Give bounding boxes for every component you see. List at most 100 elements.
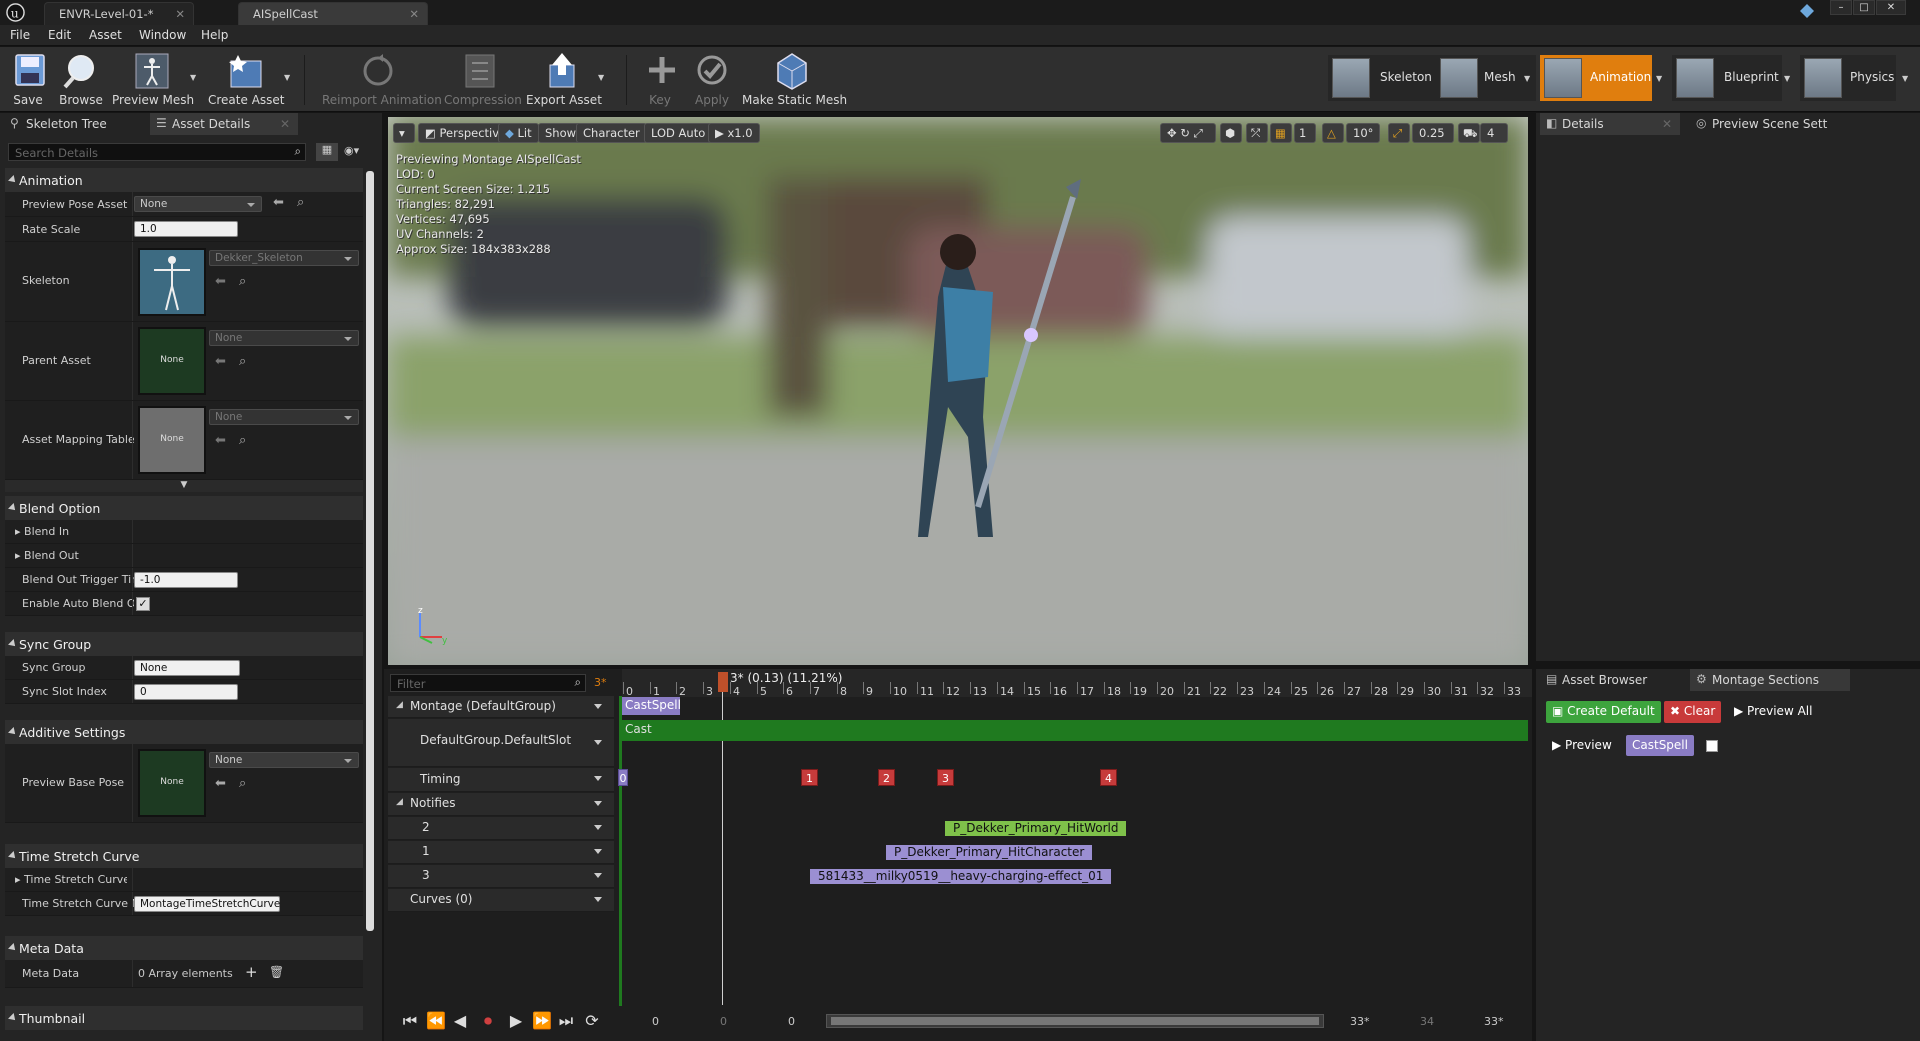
lod-auto-button[interactable]: LOD Auto [644, 123, 713, 143]
tab-asset-browser[interactable]: ▤ Asset Browser [1540, 669, 1680, 691]
skip-to-start-icon[interactable]: ⏮ [400, 1011, 420, 1031]
category-meta-data[interactable]: Meta Data [5, 936, 363, 960]
record-icon[interactable]: ⏺ [478, 1011, 498, 1031]
close-icon[interactable]: ✕ [280, 117, 290, 131]
preview-button[interactable]: ▶ Preview [1546, 735, 1618, 757]
surface-snap-icon[interactable]: ⤱ [1246, 123, 1268, 143]
create-asset-dropdown-icon[interactable]: ▼ [284, 73, 290, 82]
category-time-stretch-curve[interactable]: Time Stretch Curve [5, 844, 363, 868]
preview-mesh-dropdown-icon[interactable]: ▼ [190, 73, 196, 82]
use-selected-arrow-icon[interactable]: ⬅ [215, 776, 226, 791]
viewport-options-dropdown[interactable]: ▾ [393, 123, 415, 143]
mode-skeleton[interactable]: Skeleton [1328, 55, 1438, 101]
close-icon[interactable]: ✕ [1662, 117, 1672, 131]
blend-in-row[interactable]: ▸ Blend In [5, 520, 363, 544]
browse-search-icon[interactable]: ⌕ [239, 274, 246, 289]
maximize-button[interactable]: □ [1853, 0, 1875, 15]
parent-asset-dropdown[interactable]: None [209, 330, 359, 346]
step-forward-icon[interactable]: ⏩ [532, 1011, 552, 1031]
step-back-icon[interactable]: ⏪ [426, 1011, 446, 1031]
chevron-down-icon[interactable] [594, 704, 602, 709]
camera-speed-value[interactable]: 4 [1480, 123, 1508, 143]
use-selected-arrow-icon[interactable]: ⬅ [215, 433, 226, 448]
tab-montage-sections[interactable]: ⚙ Montage Sections [1690, 669, 1850, 691]
track-notifies[interactable]: ◢ Notifies [388, 793, 614, 816]
notify-hit-character[interactable]: P_Dekker_Primary_HitCharacter [886, 845, 1093, 860]
category-thumbnail[interactable]: Thumbnail [5, 1006, 363, 1030]
tab-asset[interactable]: AISpellCast ✕ [238, 2, 428, 25]
category-sync-group[interactable]: Sync Group [5, 632, 363, 656]
tab-skeleton-tree[interactable]: ⚲ Skeleton Tree [4, 113, 144, 135]
chevron-down-icon[interactable] [594, 873, 602, 878]
tab-level[interactable]: ENVR-Level-01-* ✕ [44, 2, 194, 25]
timing-marker-3[interactable]: 3 [937, 769, 954, 786]
chevron-down-icon[interactable] [594, 897, 602, 902]
notify-heavy-charging-effect[interactable]: 581433__milky0519__heavy-charging-effect… [810, 869, 1112, 884]
track-notify-2[interactable]: 2 [388, 817, 614, 840]
play-icon[interactable]: ▶ [506, 1011, 526, 1031]
skeleton-thumbnail[interactable] [138, 248, 206, 316]
chevron-down-icon[interactable] [594, 740, 602, 745]
category-animation[interactable]: Animation [5, 168, 363, 192]
loop-icon[interactable]: ⟳ [582, 1011, 602, 1031]
menu-window[interactable]: Window [139, 28, 186, 42]
use-selected-arrow-icon[interactable]: ⬅ [215, 274, 226, 289]
scale-snap-icon[interactable]: ⤢ [1388, 123, 1410, 143]
mode-physics[interactable]: Physics [1800, 55, 1896, 101]
montage-section-cast-spell[interactable]: CastSpell [622, 697, 681, 715]
blueprint-dropdown-icon[interactable]: ▼ [1784, 74, 1790, 83]
preview-base-pose-dropdown[interactable]: None [209, 752, 359, 768]
rotation-snap-icon[interactable]: △ [1322, 123, 1344, 143]
mode-blueprint[interactable]: Blueprint [1672, 55, 1782, 101]
character-button[interactable]: Character [576, 123, 647, 143]
view-options-grid-icon[interactable]: ▦ [316, 143, 338, 161]
grid-snap-value[interactable]: 1 [1294, 123, 1316, 143]
time-stretch-curve-name-input[interactable]: MontageTimeStretchCurve [134, 896, 280, 912]
browse-search-icon[interactable]: ⌕ [239, 776, 246, 791]
asset-mapping-dropdown[interactable]: None [209, 409, 359, 425]
chevron-down-icon[interactable] [594, 825, 602, 830]
asset-mapping-thumbnail[interactable]: None [138, 406, 206, 474]
preview-all-button[interactable]: ▶ Preview All [1728, 701, 1818, 723]
use-selected-arrow-icon[interactable]: ⬅ [273, 195, 284, 210]
play-reverse-icon[interactable]: ◀ [450, 1011, 470, 1031]
parent-asset-thumbnail[interactable]: None [138, 327, 206, 395]
key-button[interactable]: Key [640, 51, 680, 107]
mode-animation[interactable]: Animation [1540, 55, 1652, 101]
menu-file[interactable]: File [10, 28, 30, 42]
close-icon[interactable]: ✕ [409, 7, 419, 21]
timing-marker-2[interactable]: 2 [878, 769, 895, 786]
track-notify-3[interactable]: 3 [388, 865, 614, 888]
timing-marker-0[interactable]: 0 [618, 769, 628, 786]
minimize-button[interactable]: – [1830, 0, 1852, 15]
preview-base-pose-thumbnail[interactable]: None [138, 749, 206, 817]
menu-asset[interactable]: Asset [89, 28, 122, 42]
track-notify-1[interactable]: 1 [388, 841, 614, 864]
apply-button[interactable]: Apply [690, 51, 734, 107]
rate-scale-input[interactable]: 1.0 [134, 221, 238, 237]
track-montage[interactable]: ◢ Montage (DefaultGroup) [388, 696, 614, 718]
tab-preview-scene-settings[interactable]: ◎ Preview Scene Sett [1690, 113, 1840, 135]
track-filter-input[interactable]: Filter ⌕ [390, 674, 586, 692]
preview-mesh-button[interactable]: Preview Mesh [112, 51, 194, 107]
tab-details[interactable]: ◧ Details ✕ [1540, 113, 1680, 135]
timeline-scrollbar[interactable] [826, 1014, 1324, 1028]
world-local-toggle-icon[interactable]: ⬢ [1220, 123, 1242, 143]
details-scrollbar[interactable] [366, 171, 374, 931]
clear-button[interactable]: ✖ Clear [1664, 701, 1722, 723]
expand-advanced-chevron-icon[interactable]: ▼ [5, 480, 363, 492]
create-default-button[interactable]: ▣ Create Default [1546, 701, 1661, 723]
browse-button[interactable]: Browse [56, 51, 106, 107]
animation-dropdown-icon[interactable]: ▼ [1656, 74, 1662, 83]
timing-marker-1[interactable]: 1 [801, 769, 818, 786]
physics-dropdown-icon[interactable]: ▼ [1902, 74, 1908, 83]
section-cast-spell-chip[interactable]: CastSpell [1626, 735, 1694, 756]
track-timing[interactable]: Timing [388, 768, 614, 792]
search-details-input[interactable]: Search Details ⌕ [8, 143, 306, 161]
unreal-logo-icon[interactable]: u [6, 3, 25, 22]
close-icon[interactable]: ✕ [175, 7, 185, 21]
camera-speed-icon[interactable]: ⛟ [1458, 123, 1480, 143]
browse-search-icon[interactable]: ⌕ [239, 354, 246, 369]
save-button[interactable]: Save [8, 51, 48, 107]
create-asset-button[interactable]: Create Asset [208, 51, 285, 107]
